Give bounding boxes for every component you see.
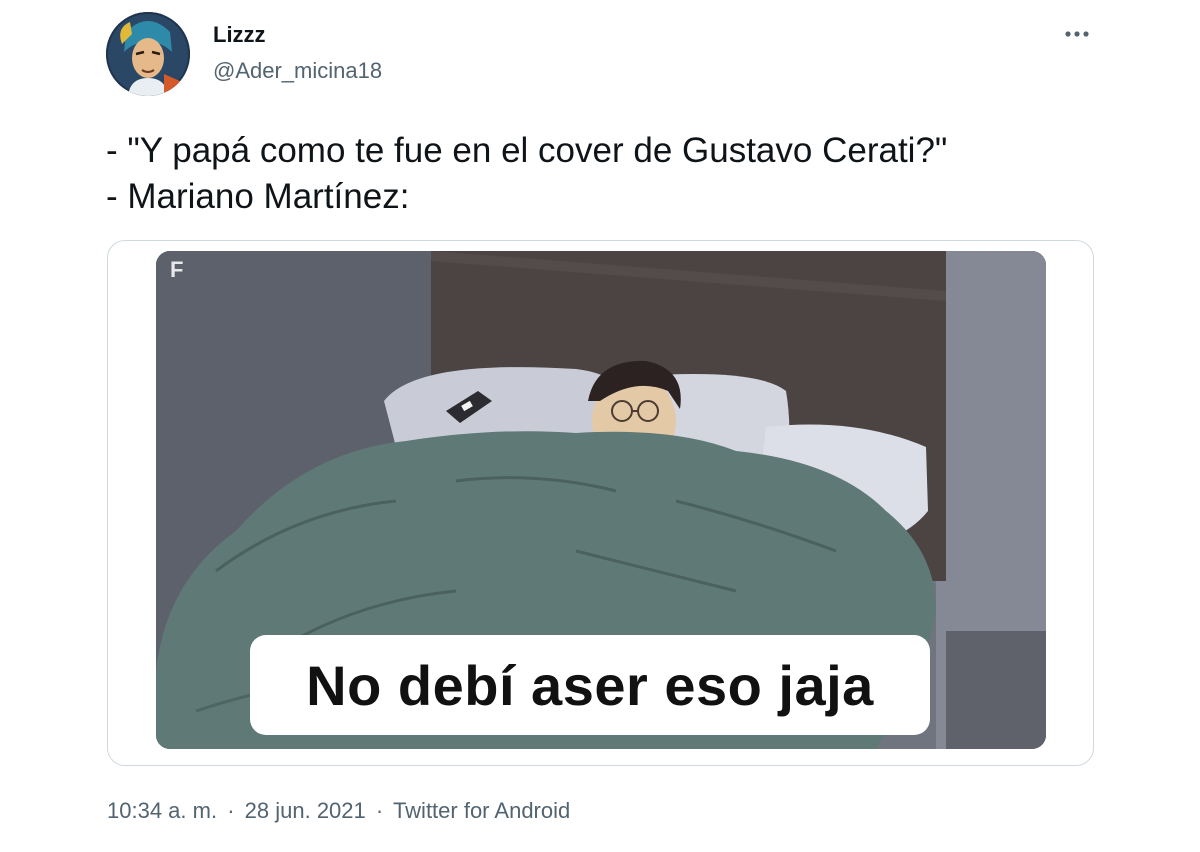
separator: · [227,798,235,823]
watermark-logo: F [170,257,184,282]
tweet-source[interactable]: Twitter for Android [393,798,570,823]
tweet-date[interactable]: 28 jun. 2021 [245,798,366,823]
avatar-image [106,12,190,96]
separator: · [375,798,384,823]
more-options-button[interactable] [1062,24,1092,44]
display-name[interactable]: Lizzz [213,22,266,48]
meme-image[interactable]: F No debí aser eso jaja [156,251,1046,749]
tweet-time[interactable]: 10:34 a. m. [107,798,217,823]
meme-caption: No debí aser eso jaja [306,653,874,717]
avatar[interactable] [106,12,190,96]
more-horizontal-icon [1065,31,1089,37]
meme-caption-box: No debí aser eso jaja [250,635,930,735]
user-handle[interactable]: @Ader_micina18 [213,58,382,84]
tweet-metadata: 10:34 a. m. · 28 jun. 2021 · Twitter for… [107,798,570,824]
tweet-text: - "Y papá como te fue en el cover de Gus… [106,131,948,216]
tweet: Lizzz @Ader_micina18 - "Y papá como te f… [0,0,1200,852]
media-card[interactable]: F No debí aser eso jaja [107,240,1094,766]
